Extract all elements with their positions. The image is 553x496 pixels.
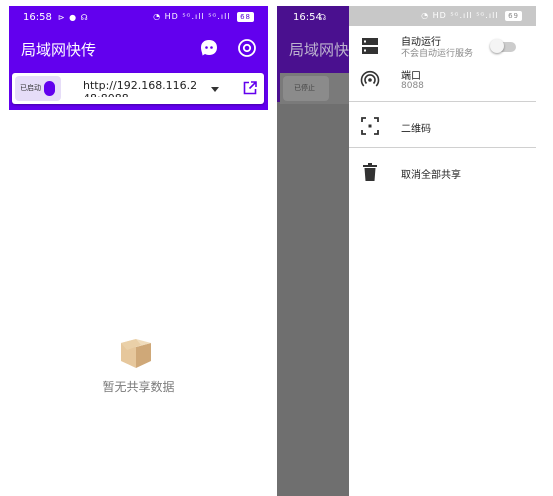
status-right: ◔ HD ⁵ᴳ.ıll ⁵ᴳ.ıll 69 xyxy=(421,11,522,21)
drawer-divider xyxy=(349,101,536,102)
battery-icon: 68 xyxy=(237,12,254,22)
open-external-icon[interactable] xyxy=(243,81,257,95)
signal-icons: ◔ HD ⁵ᴳ.ıll ⁵ᴳ.ıll xyxy=(421,11,499,20)
auto-run-switch-thumb[interactable] xyxy=(490,39,504,53)
address-card: 已启动 http://192.168.116.248:8088 xyxy=(12,73,264,104)
server-status-label: 已停止 xyxy=(294,84,315,92)
settings-target-icon[interactable] xyxy=(237,38,257,58)
auto-run-subtitle: 不会自动运行服务 xyxy=(401,49,474,59)
qrcode-menu-item[interactable]: 二维码 xyxy=(401,120,431,135)
battery-icon: 69 xyxy=(505,11,522,21)
left-screen: 16:58 ⊳ ● ☊ ◔ HD ⁵ᴳ.ıll ⁵ᴳ.ıll 68 局域网快传 … xyxy=(9,6,268,496)
signal-icons: ◔ HD ⁵ᴳ.ıll ⁵ᴳ.ıll xyxy=(153,12,231,21)
port-value: 8088 xyxy=(401,81,424,91)
server-status-label: 已启动 xyxy=(20,84,41,92)
status-right: ◔ HD ⁵ᴳ.ıll ⁵ᴳ.ıll 68 xyxy=(153,12,254,22)
dimmed-status-bar: 16:54 ☊ xyxy=(277,6,349,28)
address-dropdown-icon[interactable] xyxy=(211,87,219,92)
navigation-drawer: ◔ HD ⁵ᴳ.ıll ⁵ᴳ.ıll 69 自动运行 不会自动运行服务 端口 8… xyxy=(349,6,536,496)
wifi-tethering-icon xyxy=(360,70,380,87)
server-toggle-knob[interactable] xyxy=(44,81,55,96)
server-icon xyxy=(362,38,378,54)
trash-icon xyxy=(363,163,377,181)
status-icons: ⊳ ● ☊ xyxy=(57,12,89,22)
status-time: 16:58 xyxy=(23,11,52,23)
server-address[interactable]: http://192.168.116.248:8088 xyxy=(83,79,199,97)
dimmed-address-card: 已停止 xyxy=(280,73,349,104)
status-icons: ☊ xyxy=(319,13,327,22)
drawer-divider xyxy=(349,147,536,148)
status-time: 16:54 xyxy=(293,12,322,23)
empty-box-icon xyxy=(121,339,151,368)
drawer-status-bar: ◔ HD ⁵ᴳ.ıll ⁵ᴳ.ıll 69 xyxy=(349,6,536,26)
app-title: 局域网快传 xyxy=(21,41,97,59)
chat-bot-icon[interactable] xyxy=(199,38,219,58)
status-bar: 16:58 ⊳ ● ☊ ◔ HD ⁵ᴳ.ıll ⁵ᴳ.ıll 68 xyxy=(9,6,268,28)
dimmed-server-chip: 已停止 xyxy=(283,76,329,101)
qr-scan-icon xyxy=(361,117,379,135)
right-screen: 16:54 ☊ 局域网快传 已停止 ◔ HD ⁵ᴳ.ıll ⁵ᴳ.ıll 69 … xyxy=(277,6,536,496)
app-bar: 16:58 ⊳ ● ☊ ◔ HD ⁵ᴳ.ıll ⁵ᴳ.ıll 68 局域网快传 … xyxy=(9,6,268,110)
server-toggle-chip[interactable]: 已启动 xyxy=(15,76,61,101)
empty-state-text: 暂无共享数据 xyxy=(102,380,175,394)
port-title[interactable]: 端口 xyxy=(401,67,421,82)
cancel-all-share-item[interactable]: 取消全部共享 xyxy=(401,166,461,181)
